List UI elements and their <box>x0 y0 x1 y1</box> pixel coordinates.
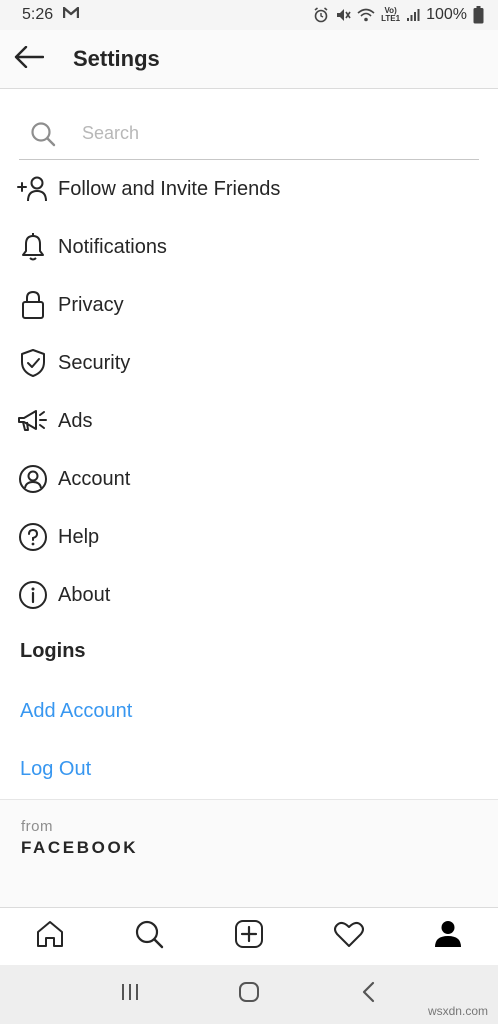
watermark: wsxdn.com <box>427 1004 488 1018</box>
menu-item-privacy[interactable]: Privacy <box>0 276 498 334</box>
menu-item-label: Help <box>58 525 100 548</box>
recent-apps-icon <box>120 983 140 1006</box>
system-nav-bar <box>0 965 498 1024</box>
logins-heading: Logins <box>20 640 86 662</box>
info-circle-icon <box>0 580 58 610</box>
gmail-m-icon <box>62 6 80 24</box>
account-circle-icon <box>0 464 58 494</box>
bottom-nav <box>0 907 498 965</box>
status-bar: 5:26 Vo) LTE1 100% <box>0 0 498 30</box>
menu-item-about[interactable]: About <box>0 566 498 624</box>
search-input[interactable] <box>82 123 462 144</box>
log-out-link[interactable]: Log Out <box>20 758 91 781</box>
battery-percent: 100% <box>426 6 467 23</box>
menu-item-label: Account <box>58 467 131 490</box>
signal-icon <box>406 8 420 22</box>
menu-item-label: Privacy <box>58 293 124 316</box>
nav-search-button[interactable] <box>119 908 179 966</box>
alarm-icon <box>313 7 329 23</box>
back-arrow-icon <box>14 45 45 73</box>
bell-icon <box>0 232 58 262</box>
menu-item-label: Ads <box>58 409 93 432</box>
back-button[interactable] <box>0 30 58 89</box>
menu-item-security[interactable]: Security <box>0 334 498 392</box>
megaphone-icon <box>0 407 58 435</box>
back-chevron-icon <box>361 981 375 1008</box>
wifi-icon <box>357 8 375 22</box>
menu-item-ads[interactable]: Ads <box>0 392 498 450</box>
menu-item-label: Follow and Invite Friends <box>58 177 281 200</box>
profile-icon <box>433 919 463 954</box>
from-label: from <box>21 818 53 835</box>
home-square-icon <box>238 981 260 1008</box>
battery-icon <box>473 6 484 24</box>
facebook-brand: FACEBOOK <box>21 838 139 857</box>
home-system-button[interactable] <box>219 970 279 1020</box>
heart-icon <box>333 920 365 953</box>
menu-item-notifications[interactable]: Notifications <box>0 218 498 276</box>
recent-apps-button[interactable] <box>100 970 160 1020</box>
status-time: 5:26 <box>22 6 54 23</box>
search-icon <box>134 919 164 954</box>
add-person-icon <box>0 175 58 203</box>
menu-item-label: About <box>58 583 111 606</box>
home-icon <box>35 919 65 954</box>
back-system-button[interactable] <box>338 970 398 1020</box>
page-title: Settings <box>73 46 160 71</box>
help-circle-icon <box>0 522 58 552</box>
menu-item-follow-invite[interactable]: Follow and Invite Friends <box>0 160 498 218</box>
menu-item-help[interactable]: Help <box>0 508 498 566</box>
shield-check-icon <box>0 348 58 378</box>
menu-item-account[interactable]: Account <box>0 450 498 508</box>
nav-profile-button[interactable] <box>418 908 478 966</box>
lock-icon <box>0 290 58 320</box>
nav-home-button[interactable] <box>20 908 80 966</box>
mute-icon <box>335 7 351 23</box>
volte-indicator: Vo) LTE1 <box>381 6 401 23</box>
add-post-icon <box>234 919 264 954</box>
settings-menu: Follow and Invite Friends Notifications … <box>0 160 498 624</box>
nav-add-post-button[interactable] <box>219 908 279 966</box>
search-icon <box>19 121 67 147</box>
footer: from FACEBOOK <box>0 799 498 907</box>
search-bar[interactable] <box>19 108 479 160</box>
app-header: Settings <box>0 30 498 89</box>
menu-item-label: Security <box>58 351 131 374</box>
nav-activity-button[interactable] <box>319 908 379 966</box>
menu-item-label: Notifications <box>58 235 167 258</box>
add-account-link[interactable]: Add Account <box>20 700 132 723</box>
